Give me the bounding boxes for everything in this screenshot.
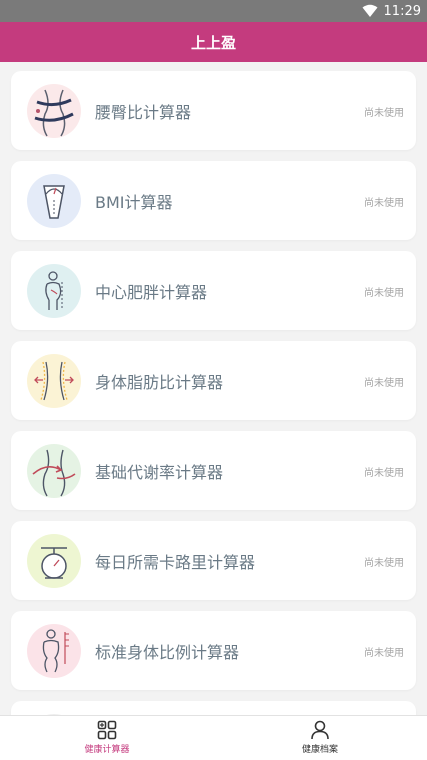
calculator-title: BMI计算器	[95, 193, 173, 212]
person-icon	[311, 720, 329, 740]
calculator-card-metabolic-rate[interactable]: 基础代谢率计算器 尚未使用	[11, 431, 416, 510]
usage-status: 尚未使用	[364, 558, 404, 569]
waist-hip-icon	[27, 84, 81, 138]
nav-tab-health-record[interactable]: 健康档案	[260, 720, 380, 760]
calculator-card-partial[interactable]	[11, 701, 416, 715]
calculator-card-central-obesity[interactable]: 中心肥胖计算器 尚未使用	[11, 251, 416, 330]
calculator-title: 基础代谢率计算器	[95, 463, 224, 482]
status-bar: 11:29	[0, 0, 427, 22]
metabolic-rate-icon	[27, 444, 81, 498]
app-header: 上上盈	[0, 22, 427, 62]
calculator-list[interactable]: 腰臀比计算器 尚未使用 BMI计算器 尚未使用 中心肥胖计算器 尚未使用 身体脂…	[0, 62, 427, 715]
usage-status: 尚未使用	[364, 288, 404, 299]
calorie-scale-icon	[27, 534, 81, 588]
usage-status: 尚未使用	[364, 108, 404, 119]
bmi-scale-icon	[27, 174, 81, 228]
status-time: 11:29	[383, 3, 421, 19]
wifi-icon	[362, 4, 378, 17]
usage-status: 尚未使用	[364, 468, 404, 479]
grid-icon	[97, 720, 117, 740]
status-right: 11:29	[362, 2, 421, 20]
calculator-card-calories[interactable]: 每日所需卡路里计算器 尚未使用	[11, 521, 416, 600]
nav-label: 健康档案	[301, 745, 338, 755]
usage-status: 尚未使用	[364, 378, 404, 389]
calculator-title: 每日所需卡路里计算器	[95, 553, 256, 572]
calculator-card-body-proportion[interactable]: 标准身体比例计算器 尚未使用	[11, 611, 416, 690]
calculator-card-body-fat[interactable]: 身体脂肪比计算器 尚未使用	[11, 341, 416, 420]
central-obesity-icon	[27, 264, 81, 318]
body-fat-icon	[27, 354, 81, 408]
calculator-card-waist-hip[interactable]: 腰臀比计算器 尚未使用	[11, 71, 416, 150]
calculator-title: 腰臀比计算器	[95, 103, 192, 122]
usage-status: 尚未使用	[364, 648, 404, 659]
nav-label: 健康计算器	[84, 745, 130, 755]
page-title: 上上盈	[190, 33, 236, 52]
calculator-title: 身体脂肪比计算器	[95, 373, 224, 392]
usage-status: 尚未使用	[364, 198, 404, 209]
calculator-title: 标准身体比例计算器	[95, 643, 240, 662]
bottom-nav: 健康计算器 健康档案	[0, 715, 427, 760]
calculator-card-bmi[interactable]: BMI计算器 尚未使用	[11, 161, 416, 240]
body-proportion-icon	[27, 624, 81, 678]
calculator-title: 中心肥胖计算器	[95, 283, 208, 302]
nav-tab-health-calculator[interactable]: 健康计算器	[47, 720, 167, 760]
